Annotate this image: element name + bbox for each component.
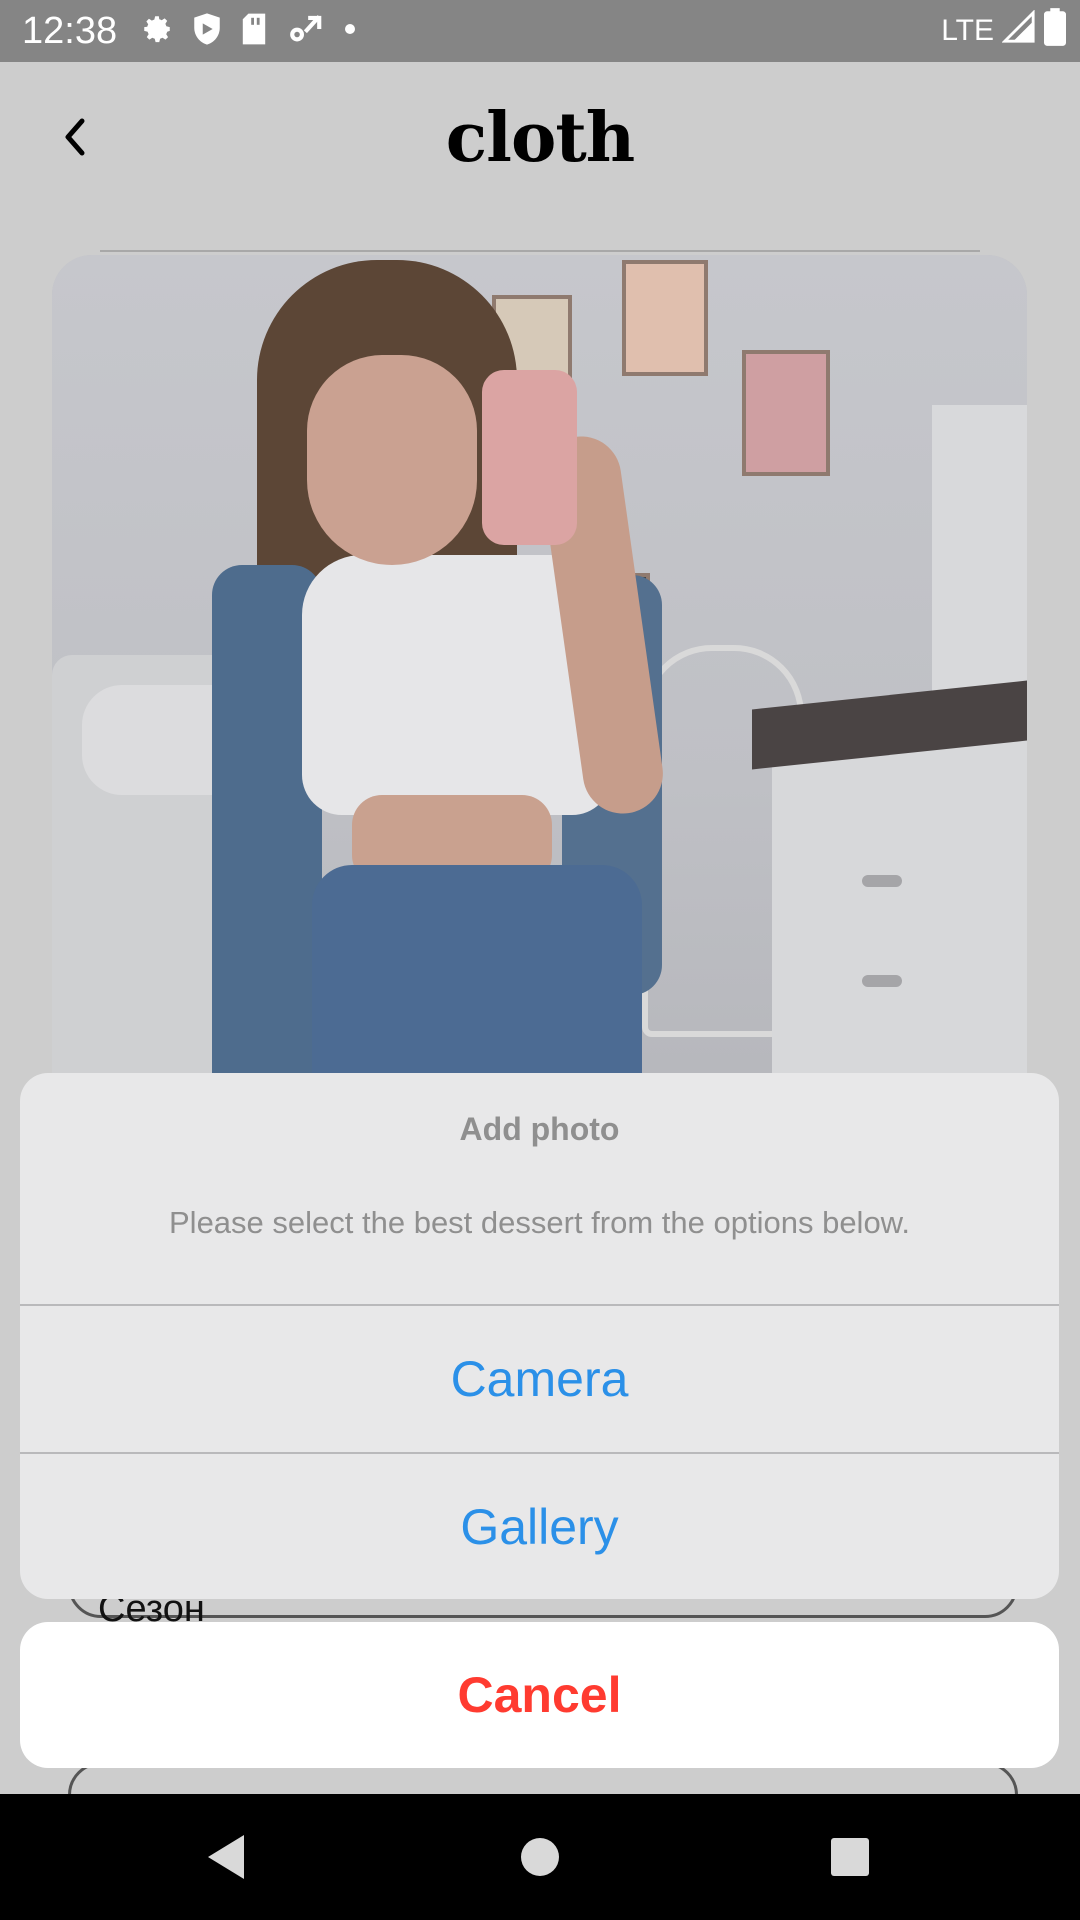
sd-card-icon — [240, 12, 268, 51]
action-sheet-title: Add photo — [459, 1111, 620, 1147]
status-system-icons: LTE — [941, 8, 1066, 54]
action-sheet-message: Please select the best dessert from the … — [169, 1205, 910, 1240]
battery-icon — [1044, 8, 1066, 54]
cancel-button[interactable]: Cancel — [20, 1622, 1059, 1768]
home-circle-icon — [521, 1838, 559, 1876]
gallery-button[interactable]: Gallery — [20, 1454, 1059, 1599]
page-title: cloth — [445, 98, 635, 178]
settings-icon — [140, 12, 174, 51]
nav-back-button[interactable] — [166, 1794, 286, 1920]
shield-icon — [192, 12, 222, 51]
back-triangle-icon — [208, 1835, 244, 1879]
signal-icon — [1001, 9, 1036, 52]
nav-recents-button[interactable] — [790, 1794, 910, 1920]
header-divider — [100, 250, 980, 252]
add-photo-action-sheet: Add photo Please select the best dessert… — [20, 1073, 1059, 1599]
recents-square-icon — [831, 1838, 869, 1876]
network-type: LTE — [941, 14, 994, 47]
system-nav-bar — [0, 1794, 1080, 1920]
clothing-photo[interactable] — [52, 255, 1027, 1135]
nav-home-button[interactable] — [480, 1794, 600, 1920]
status-bar: 12:38 LTE — [0, 0, 1080, 62]
status-notification-icons — [140, 12, 360, 50]
dot-icon — [340, 12, 360, 51]
status-time: 12:38 — [22, 10, 118, 52]
camera-button[interactable]: Camera — [20, 1306, 1059, 1452]
network-settings-icon — [286, 12, 322, 51]
